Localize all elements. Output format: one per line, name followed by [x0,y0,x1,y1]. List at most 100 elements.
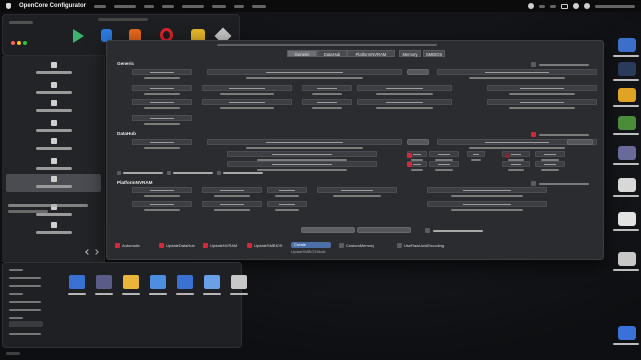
text-field[interactable] [429,151,459,157]
menu-item[interactable] [182,4,204,8]
option-checkbox[interactable] [159,243,164,248]
status-icon[interactable] [550,4,556,8]
dots-icon[interactable] [618,88,636,102]
status-icon[interactable] [539,4,545,8]
text-field[interactable] [202,201,262,207]
menu-app-name[interactable]: OpenCore Configurator [19,3,86,9]
package-icon[interactable] [123,275,139,289]
section-checkbox[interactable] [531,62,536,67]
text-field[interactable] [357,99,452,105]
text-field[interactable] [132,201,192,207]
sidebar-item[interactable] [6,156,101,174]
action-button[interactable] [301,227,355,233]
menu-item[interactable] [114,4,136,8]
minimize-button[interactable] [17,41,21,45]
app-icon[interactable] [618,116,636,130]
smbios-mode-dropdown[interactable]: Create [291,242,331,248]
sidebar-item[interactable] [6,60,101,78]
feature-checkbox[interactable] [117,171,121,175]
text-field[interactable] [467,151,485,157]
menu-item[interactable] [234,4,244,8]
play-store-icon[interactable] [73,29,84,43]
finder-sidebar-selected[interactable] [9,321,43,327]
section-checkbox[interactable] [531,132,536,137]
folder-icon[interactable] [204,275,220,289]
generate-button[interactable] [407,69,429,75]
text-field[interactable] [132,99,192,105]
battery-icon[interactable] [561,3,568,9]
image-icon[interactable] [618,146,636,160]
text-field[interactable] [487,85,597,91]
text-field[interactable] [132,85,192,91]
text-field[interactable] [202,99,292,105]
text-field[interactable] [207,139,402,145]
app-icon[interactable] [96,275,112,289]
folder-icon[interactable] [618,38,636,52]
text-field[interactable] [132,187,192,193]
clock[interactable] [595,4,635,8]
finder-sidebar-item[interactable] [9,269,23,271]
chevron-left-icon[interactable] [85,249,91,255]
tab-generic[interactable]: Generic [287,50,317,57]
option-checkbox[interactable] [339,243,344,248]
text-field[interactable] [207,69,402,75]
app-icon[interactable] [618,62,636,76]
drive-icon[interactable] [618,178,636,192]
wifi-icon[interactable] [573,3,579,9]
finder-sidebar-item[interactable] [9,285,41,287]
tab-platformnvram[interactable]: PlatformNVRAM [347,50,395,57]
section-checkbox[interactable] [531,181,536,186]
close-button[interactable] [11,41,15,45]
sidebar-item[interactable] [6,80,101,98]
text-field[interactable] [535,161,565,167]
feature-checkbox[interactable] [217,171,221,175]
menu-item[interactable] [144,4,154,8]
sidebar-item[interactable] [6,174,101,192]
feature-checkbox[interactable] [167,171,171,175]
finder-sidebar-item[interactable] [9,293,23,295]
apple-icon[interactable] [6,3,11,9]
generate-button[interactable] [407,139,429,145]
finder-sidebar-item[interactable] [9,301,41,303]
option-checkbox[interactable] [397,243,402,248]
finder-sidebar-item[interactable] [9,277,41,279]
folder-icon[interactable] [177,275,193,289]
sidebar-item[interactable] [6,118,101,136]
zoom-button[interactable] [23,41,27,45]
text-field[interactable] [357,85,452,91]
sidebar-item[interactable] [6,98,101,116]
finder-sidebar-item[interactable] [9,333,41,335]
option-checkbox[interactable] [407,153,412,158]
action-dropdown[interactable] [357,227,411,233]
tab-smbios[interactable]: SMBIOS [423,50,445,57]
drive-icon[interactable] [618,252,636,266]
option-checkbox[interactable] [425,228,430,233]
text-field[interactable] [227,151,377,157]
menu-item[interactable] [252,4,266,8]
text-field[interactable] [202,187,262,193]
text-field[interactable] [427,187,547,193]
text-field[interactable] [302,99,352,105]
text-field[interactable] [437,69,597,75]
text-field[interactable] [317,187,397,193]
option-checkbox[interactable] [247,243,252,248]
text-field[interactable] [267,187,307,193]
menu-item[interactable] [94,4,106,8]
sidebar-item[interactable] [6,136,101,154]
option-checkbox[interactable] [407,162,412,167]
menu-item[interactable] [212,4,226,8]
text-field[interactable] [227,161,377,167]
text-field[interactable] [132,139,192,145]
text-field[interactable] [502,161,530,167]
tab-memory[interactable]: Memory [399,50,421,57]
tab-datahub[interactable]: DataHub [317,50,347,57]
text-field[interactable] [132,115,192,121]
text-field[interactable] [487,99,597,105]
option-checkbox[interactable] [203,243,208,248]
search-icon[interactable] [584,3,590,9]
text-field[interactable] [202,85,292,91]
app-icon[interactable] [69,275,85,289]
document-icon[interactable] [618,212,636,226]
text-field[interactable] [132,69,192,75]
menu-item[interactable] [162,4,174,8]
